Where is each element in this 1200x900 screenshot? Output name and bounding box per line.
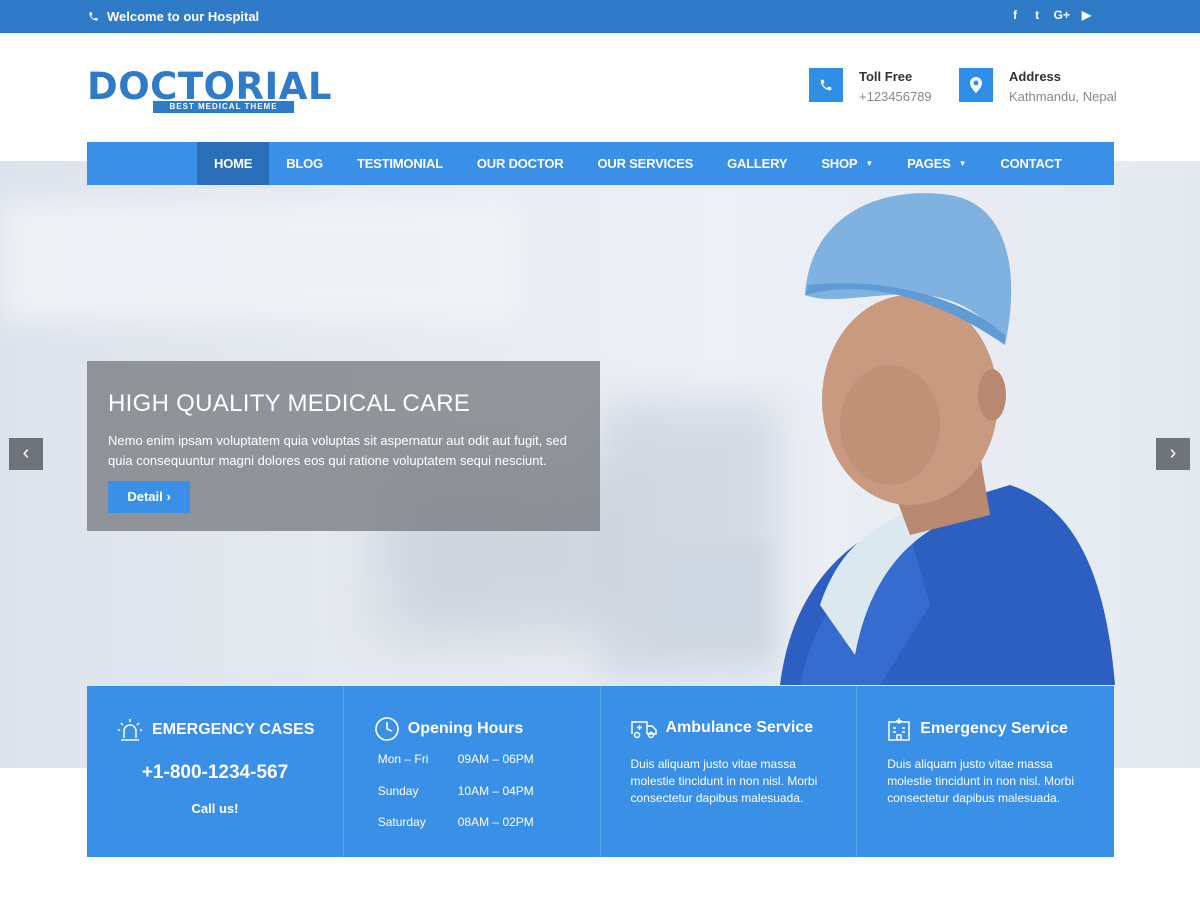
slider-prev-button[interactable]: ‹ xyxy=(9,438,43,470)
address-contact: Address Kathmandu, Nepal xyxy=(959,68,1117,104)
nav-gallery[interactable]: GALLERY xyxy=(710,142,804,185)
slide-text: Nemo enim ipsam voluptatem quia voluptas… xyxy=(108,433,567,468)
phone-icon xyxy=(809,68,843,102)
facebook-icon[interactable]: f xyxy=(1010,8,1021,22)
nav-pages[interactable]: PAGES ▼ xyxy=(890,142,983,185)
caret-down-icon: ▼ xyxy=(958,159,967,168)
hours-table: Mon – Fri 09AM – 06PM Sunday 10AM – 04PM S… xyxy=(378,752,578,847)
info-boxes: EMERGENCY CASES +1-800-1234-567 Call us!… xyxy=(87,686,1114,857)
emergency-service-box: Emergency Service Duis aliquam justo vit… xyxy=(857,686,1114,857)
hospital-building-icon xyxy=(888,718,910,741)
address-title: Address xyxy=(1009,69,1062,84)
opening-hours-title: Opening Hours xyxy=(407,720,524,737)
ambulance-icon xyxy=(630,721,657,739)
map-pin-icon xyxy=(959,68,993,102)
main-navigation: HOME BLOG TESTIMONIAL OUR DOCTOR OUR SER… xyxy=(87,142,1114,185)
emergency-cases-title: EMERGENCY CASES xyxy=(152,721,315,738)
slide-title: HIGH QUALITY MEDICAL CARE xyxy=(108,390,471,417)
hours-row: Sunday 10AM – 04PM xyxy=(377,783,534,798)
nav-shop[interactable]: SHOP ▼ xyxy=(804,142,890,185)
toll-free-number: +123456789 xyxy=(859,89,932,104)
nav-our-doctor[interactable]: OUR DOCTOR xyxy=(460,142,581,185)
emergency-service-text: Duis aliquam justo vitae massa molestie … xyxy=(887,757,1075,805)
site-logo[interactable]: DOCTORIAL BEST MEDICAL THEME xyxy=(87,55,331,115)
address-value: Kathmandu, Nepal xyxy=(1009,89,1117,104)
ambulance-service-title: Ambulance Service xyxy=(665,719,814,736)
detail-button[interactable]: Detail › xyxy=(108,481,190,513)
ambulance-service-box: Ambulance Service Duis aliquam justo vit… xyxy=(601,686,858,857)
clock-icon xyxy=(374,717,399,741)
ambulance-service-text: Duis aliquam justo vitae massa molestie … xyxy=(630,757,818,805)
caret-down-icon: ▼ xyxy=(865,159,874,168)
emergency-cases-box: EMERGENCY CASES +1-800-1234-567 Call us! xyxy=(87,686,344,857)
alarm-light-icon xyxy=(118,719,142,741)
toll-free-title: Toll Free xyxy=(859,69,913,84)
nav-our-services[interactable]: OUR SERVICES xyxy=(580,142,710,185)
google-plus-icon[interactable]: G+ xyxy=(1054,8,1070,22)
nav-home[interactable]: HOME xyxy=(197,142,270,185)
call-us-text: Call us! xyxy=(191,801,239,816)
logo-tagline: BEST MEDICAL THEME xyxy=(153,101,294,113)
hours-row: Mon – Fri 09AM – 06PM xyxy=(377,752,534,766)
opening-hours-box: Opening Hours Mon – Fri 09AM – 06PM Sunda… xyxy=(344,686,601,857)
slide-caption: HIGH QUALITY MEDICAL CARE Nemo enim ipsa… xyxy=(87,361,600,531)
nav-testimonial[interactable]: TESTIMONIAL xyxy=(340,142,460,185)
emergency-phone[interactable]: +1-800-1234-567 xyxy=(87,762,343,784)
toll-free-contact: Toll Free +123456789 xyxy=(809,68,932,104)
youtube-icon[interactable]: ▶ xyxy=(1081,8,1092,22)
nav-contact[interactable]: CONTACT xyxy=(983,142,1078,185)
hours-row: Saturday 08AM – 02PM xyxy=(377,815,534,829)
doctor-image xyxy=(780,193,1115,685)
top-bar: Welcome to our Hospital f t G+ ▶ xyxy=(0,0,1200,33)
emergency-service-title: Emergency Service xyxy=(920,720,1068,737)
phone-icon xyxy=(89,12,98,21)
nav-blog[interactable]: BLOG xyxy=(269,142,340,185)
social-links: f t G+ ▶ xyxy=(1010,8,1092,22)
welcome-message: Welcome to our Hospital xyxy=(88,9,259,24)
twitter-icon[interactable]: t xyxy=(1032,8,1043,22)
slider-next-button[interactable]: › xyxy=(1156,438,1190,470)
